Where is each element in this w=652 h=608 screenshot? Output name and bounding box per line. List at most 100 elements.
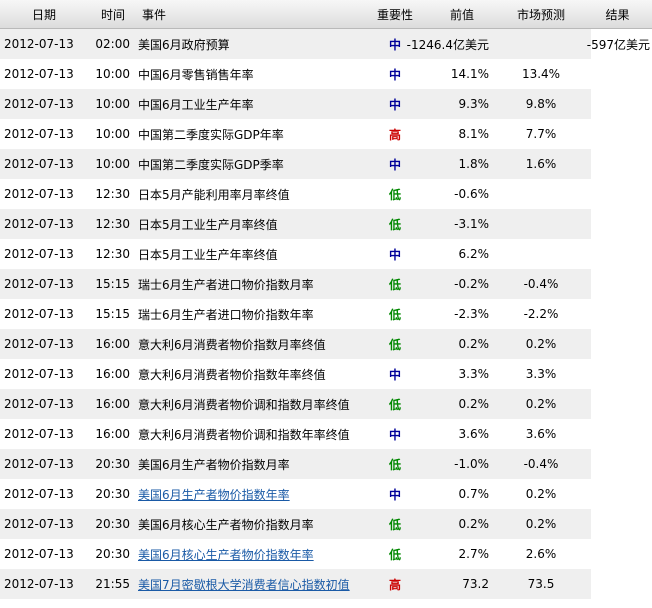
row-event-link[interactable]: 美国6月生产者物价指数年率 xyxy=(138,486,290,503)
row-actual xyxy=(585,119,652,149)
row-date: 2012-07-13 xyxy=(4,157,74,171)
table-row: 2012-07-13 12:30 日本5月产能利用率月率终值 低 -0.6% xyxy=(0,179,652,209)
row-previous: -0.6% xyxy=(454,187,489,201)
row-date: 2012-07-13 xyxy=(4,247,74,261)
row-actual xyxy=(585,59,652,89)
row-previous: -0.2% xyxy=(454,277,489,291)
row-actual xyxy=(585,89,652,119)
row-event: 意大利6月消费者物价调和指数年率终值 xyxy=(138,427,350,442)
row-event-cell: 美国6月政府预算 xyxy=(138,29,363,59)
row-actual xyxy=(585,269,652,299)
row-event-cell[interactable]: 美国7月密歇根大学消费者信心指数初值 xyxy=(138,569,363,599)
row-date: 2012-07-13 xyxy=(4,547,74,561)
row-actual xyxy=(585,479,652,509)
row-event-cell: 意大利6月消费者物价指数月率终值 xyxy=(138,329,363,359)
row-date: 2012-07-13 xyxy=(4,367,74,381)
row-previous: -1.0% xyxy=(454,457,489,471)
header-forecast: 市场预测 xyxy=(516,7,565,22)
row-date: 2012-07-13 xyxy=(4,577,74,591)
row-previous: 6.2% xyxy=(458,247,490,261)
row-time: 12:30 xyxy=(95,217,130,231)
row-event: 意大利6月消费者物价指数月率终值 xyxy=(138,337,326,352)
row-forecast xyxy=(497,179,585,209)
row-previous: 73.2 xyxy=(462,577,489,591)
row-actual xyxy=(585,389,652,419)
table-row: 2012-07-13 20:30 美国6月生产者物价指数年率 中 0.7% 0.2% xyxy=(0,479,652,509)
row-date: 2012-07-13 xyxy=(4,127,74,141)
row-time: 10:00 xyxy=(95,157,130,171)
row-previous: 0.7% xyxy=(458,487,490,501)
row-event-cell: 中国6月工业生产年率 xyxy=(138,89,363,119)
row-event-cell[interactable]: 美国6月生产者物价指数年率 xyxy=(138,479,363,509)
row-event-cell[interactable]: 美国6月核心生产者物价指数年率 xyxy=(138,539,363,569)
table-row: 2012-07-13 16:00 意大利6月消费者物价调和指数月率终值 低 0.2% 0.… xyxy=(0,389,652,419)
header-importance: 重要性 xyxy=(376,7,413,22)
header-actual: 结果 xyxy=(605,7,630,22)
table-row: 2012-07-13 10:00 中国第二季度实际GDP年率 高 8.1% 7.7% xyxy=(0,119,652,149)
row-actual xyxy=(585,359,652,389)
row-previous: 0.2% xyxy=(458,517,490,531)
row-importance-badge: 低 xyxy=(388,187,401,202)
row-event: 中国第二季度实际GDP季率 xyxy=(138,157,284,172)
row-previous: 1.8% xyxy=(458,157,490,171)
table-row: 2012-07-13 15:15 瑞士6月生产者进口物价指数年率 低 -2.3% -2.2… xyxy=(0,299,652,329)
row-date: 2012-07-13 xyxy=(4,187,74,201)
row-forecast: 7.7% xyxy=(525,127,557,141)
row-previous: 0.2% xyxy=(458,337,490,351)
row-forecast xyxy=(497,209,585,239)
row-date: 2012-07-13 xyxy=(4,457,74,471)
row-event-cell: 中国第二季度实际GDP年率 xyxy=(138,119,363,149)
header-date: 日期 xyxy=(31,7,56,22)
row-event-link[interactable]: 美国6月核心生产者物价指数年率 xyxy=(138,546,314,563)
row-importance-badge: 低 xyxy=(388,457,401,472)
row-date: 2012-07-13 xyxy=(4,97,74,111)
row-event: 日本5月工业生产年率终值 xyxy=(138,247,278,262)
row-date: 2012-07-13 xyxy=(4,337,74,351)
row-forecast: 0.2% xyxy=(525,487,557,501)
row-time: 20:30 xyxy=(95,547,130,561)
row-time: 15:15 xyxy=(95,277,130,291)
row-importance-badge: 低 xyxy=(388,217,401,232)
row-date: 2012-07-13 xyxy=(4,37,74,51)
row-forecast: 73.5 xyxy=(527,577,555,591)
row-time: 16:00 xyxy=(95,367,130,381)
header-event: 事件 xyxy=(142,7,167,22)
row-time: 20:30 xyxy=(95,517,130,531)
row-event: 瑞士6月生产者进口物价指数月率 xyxy=(138,277,314,292)
row-forecast: 13.4% xyxy=(521,67,561,81)
row-previous: 3.6% xyxy=(458,427,490,441)
table-row: 2012-07-13 12:30 日本5月工业生产年率终值 中 6.2% xyxy=(0,239,652,269)
row-importance-badge: 低 xyxy=(388,307,401,322)
row-date: 2012-07-13 xyxy=(4,487,74,501)
row-previous: -2.3% xyxy=(454,307,489,321)
row-time: 10:00 xyxy=(95,97,130,111)
row-event-cell: 中国第二季度实际GDP季率 xyxy=(138,149,363,179)
row-event: 日本5月工业生产月率终值 xyxy=(138,217,278,232)
row-previous: 0.2% xyxy=(458,397,490,411)
table-row: 2012-07-13 12:30 日本5月工业生产月率终值 低 -3.1% xyxy=(0,209,652,239)
row-event-link[interactable]: 美国7月密歇根大学消费者信心指数初值 xyxy=(138,576,350,593)
row-date: 2012-07-13 xyxy=(4,277,74,291)
row-actual xyxy=(585,569,652,599)
row-actual: -597亿美元 xyxy=(586,37,650,52)
row-date: 2012-07-13 xyxy=(4,67,74,81)
row-event-cell: 日本5月工业生产年率终值 xyxy=(138,239,363,269)
table-row: 2012-07-13 16:00 意大利6月消费者物价指数年率终值 中 3.3% 3.3% xyxy=(0,359,652,389)
row-importance-badge: 低 xyxy=(388,277,401,292)
table-row: 2012-07-13 15:15 瑞士6月生产者进口物价指数月率 低 -0.2% -0.4… xyxy=(0,269,652,299)
row-date: 2012-07-13 xyxy=(4,517,74,531)
row-forecast: 3.3% xyxy=(525,367,557,381)
row-time: 10:00 xyxy=(95,67,130,81)
row-importance-badge: 中 xyxy=(388,247,401,262)
row-importance-badge: 低 xyxy=(388,397,401,412)
row-forecast: 1.6% xyxy=(525,157,557,171)
row-importance-badge: 高 xyxy=(388,577,401,592)
row-event-cell: 意大利6月消费者物价调和指数月率终值 xyxy=(138,389,363,419)
row-time: 20:30 xyxy=(95,487,130,501)
row-event-cell: 美国6月生产者物价指数月率 xyxy=(138,449,363,479)
row-time: 12:30 xyxy=(95,247,130,261)
row-event-cell: 日本5月产能利用率月率终值 xyxy=(138,179,363,209)
row-forecast: 9.8% xyxy=(525,97,557,111)
row-actual xyxy=(585,209,652,239)
row-event: 日本5月产能利用率月率终值 xyxy=(138,187,290,202)
